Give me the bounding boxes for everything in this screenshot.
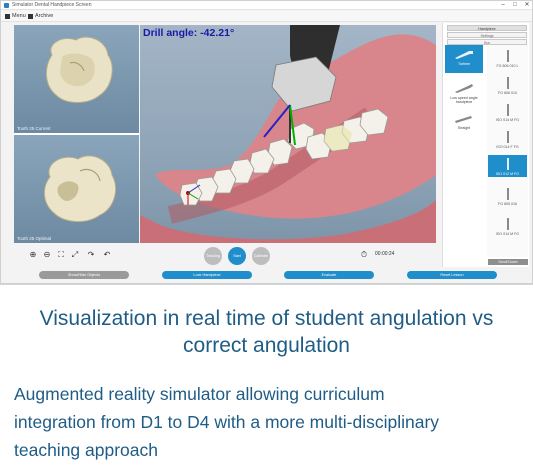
divider — [0, 284, 533, 285]
minimize-icon[interactable]: – — [498, 2, 508, 9]
tooth-views-panel: Tooth 25 Current Tooth 25 Optimal — [14, 25, 139, 243]
reset-lesson-button[interactable]: Reset Lesson — [407, 271, 497, 279]
scroll-down-button[interactable]: Scroll Down — [488, 259, 528, 265]
bur-item[interactable]: FG 806 010 — [488, 74, 527, 96]
action-bar: Show/Hide Objects Lock Handpiece Evaluat… — [1, 270, 532, 282]
archive-icon — [28, 13, 33, 19]
close-icon[interactable]: ✕ — [522, 2, 532, 9]
window-title: Simulator Dental Handpiece Screen — [12, 2, 92, 8]
bur-item[interactable]: ISO 014 M FG — [488, 215, 527, 237]
tracking-button[interactable]: Tracking — [204, 247, 222, 265]
slide-body-text: Augmented reality simulator allowing cur… — [14, 380, 524, 464]
bur-item[interactable]: FG 806 010 L — [488, 47, 527, 69]
low-speed-handpiece-icon — [455, 84, 473, 93]
fit-view-icon[interactable]: ⛶ — [56, 250, 66, 260]
bur-label: ISO 014 F FG — [496, 145, 519, 149]
bur-item[interactable]: FG 805 016 — [488, 185, 527, 207]
zoom-in-icon[interactable]: ⊕ — [28, 250, 38, 260]
undo-icon[interactable]: ↶ — [102, 250, 112, 260]
turbine-icon — [455, 51, 473, 59]
current-view-caption: Tooth 25 Current — [17, 126, 51, 131]
bur-item-selected[interactable]: ISO 012 M FG — [488, 155, 527, 177]
bur-icon — [506, 158, 509, 170]
tab-handpiece[interactable]: Handpiece — [447, 25, 527, 31]
app-screenshot: Simulator Dental Handpiece Screen – □ ✕ … — [0, 0, 533, 284]
app-icon — [4, 3, 9, 8]
caption-line-1: Visualization in real time of student an… — [39, 307, 494, 330]
show-hide-objects-button[interactable]: Show/Hide Objects — [39, 271, 129, 279]
view-toolbar: ⊕ ⊖ ⛶ ⤢ ↷ ↶ Tracking Start Calibrate ⏱ 0… — [14, 245, 436, 265]
calibrate-button[interactable]: Calibrate — [252, 247, 270, 265]
bur-list: FG 806 010 L FG 806 010 ISO 014 M FG ISO… — [487, 45, 528, 257]
straight-handpiece-icon — [455, 116, 472, 123]
menu-button[interactable]: Menu — [5, 13, 26, 19]
title-bar: Simulator Dental Handpiece Screen – □ ✕ — [1, 1, 532, 10]
bur-item[interactable]: ISO 014 F FG — [488, 128, 527, 150]
handpiece-label: Turbine — [457, 62, 471, 66]
bur-label: ISO 014 M FG — [495, 232, 520, 236]
bur-icon — [506, 188, 509, 200]
start-button[interactable]: Start — [228, 247, 246, 265]
slide-caption: Visualization in real time of student an… — [0, 305, 533, 359]
maximize-icon[interactable]: □ — [510, 2, 520, 9]
current-tooth-view[interactable]: Tooth 25 Current — [14, 25, 139, 133]
bur-icon — [506, 50, 509, 62]
bur-icon — [506, 104, 509, 116]
caption-line-2: correct angulation — [183, 334, 350, 357]
session-timer: 00:00:24 — [375, 251, 395, 257]
bur-label: FG 806 010 L — [496, 64, 519, 68]
handpiece-label: Straight — [457, 126, 471, 130]
handpiece-straight[interactable]: Straight — [445, 109, 483, 137]
body-line-2: integration from D1 to D4 with a more mu… — [14, 412, 440, 432]
evaluate-button[interactable]: Evaluate — [284, 271, 374, 279]
tab-settings[interactable]: Settings — [447, 32, 527, 38]
bur-label: FG 806 010 — [498, 91, 517, 95]
instrument-tabs: Handpiece Settings Bur — [447, 25, 527, 46]
lock-handpiece-button[interactable]: Lock Handpiece — [162, 271, 252, 279]
menu-icon — [5, 13, 10, 19]
timer-icon: ⏱ — [360, 250, 368, 259]
optimal-tooth-view[interactable]: Tooth 25 Optimal — [14, 135, 139, 243]
expand-view-icon[interactable]: ⤢ — [70, 250, 80, 260]
bur-label: FG 805 016 — [498, 202, 517, 206]
bur-item[interactable]: ISO 014 M FG — [488, 101, 527, 123]
body-line-3: teaching approach — [14, 440, 158, 460]
optimal-view-caption: Tooth 25 Optimal — [17, 236, 52, 241]
drill-angle-readout: Drill angle: -42.21° — [143, 27, 235, 39]
redo-icon[interactable]: ↷ — [86, 250, 96, 260]
tooth-current-image — [46, 36, 113, 103]
handpiece-low-speed[interactable]: Low speed angle handpiece — [445, 79, 483, 107]
body-line-1: Augmented reality simulator allowing cur… — [14, 384, 385, 404]
zoom-out-icon[interactable]: ⊖ — [42, 250, 52, 260]
menu-bar: Menu Archive — [1, 11, 532, 22]
tooth-optimal-image — [44, 155, 116, 222]
bur-label: ISO 014 M FG — [495, 118, 520, 122]
instrument-panel: Handpiece Settings Bur Turbine Low speed… — [442, 23, 529, 267]
handpiece-label: Low speed angle handpiece — [450, 96, 478, 104]
jaw-model-render — [140, 25, 436, 243]
bur-label: ISO 012 M FG — [495, 172, 520, 176]
jaw-3d-viewport[interactable]: Drill angle: -42.21° — [140, 25, 436, 243]
bur-icon — [506, 77, 509, 89]
archive-label: Archive — [35, 13, 54, 19]
archive-button[interactable]: Archive — [28, 13, 53, 19]
bur-icon — [506, 218, 509, 230]
bur-icon — [506, 131, 509, 143]
handpiece-turbine[interactable]: Turbine — [445, 45, 483, 73]
menu-label: Menu — [12, 13, 26, 19]
